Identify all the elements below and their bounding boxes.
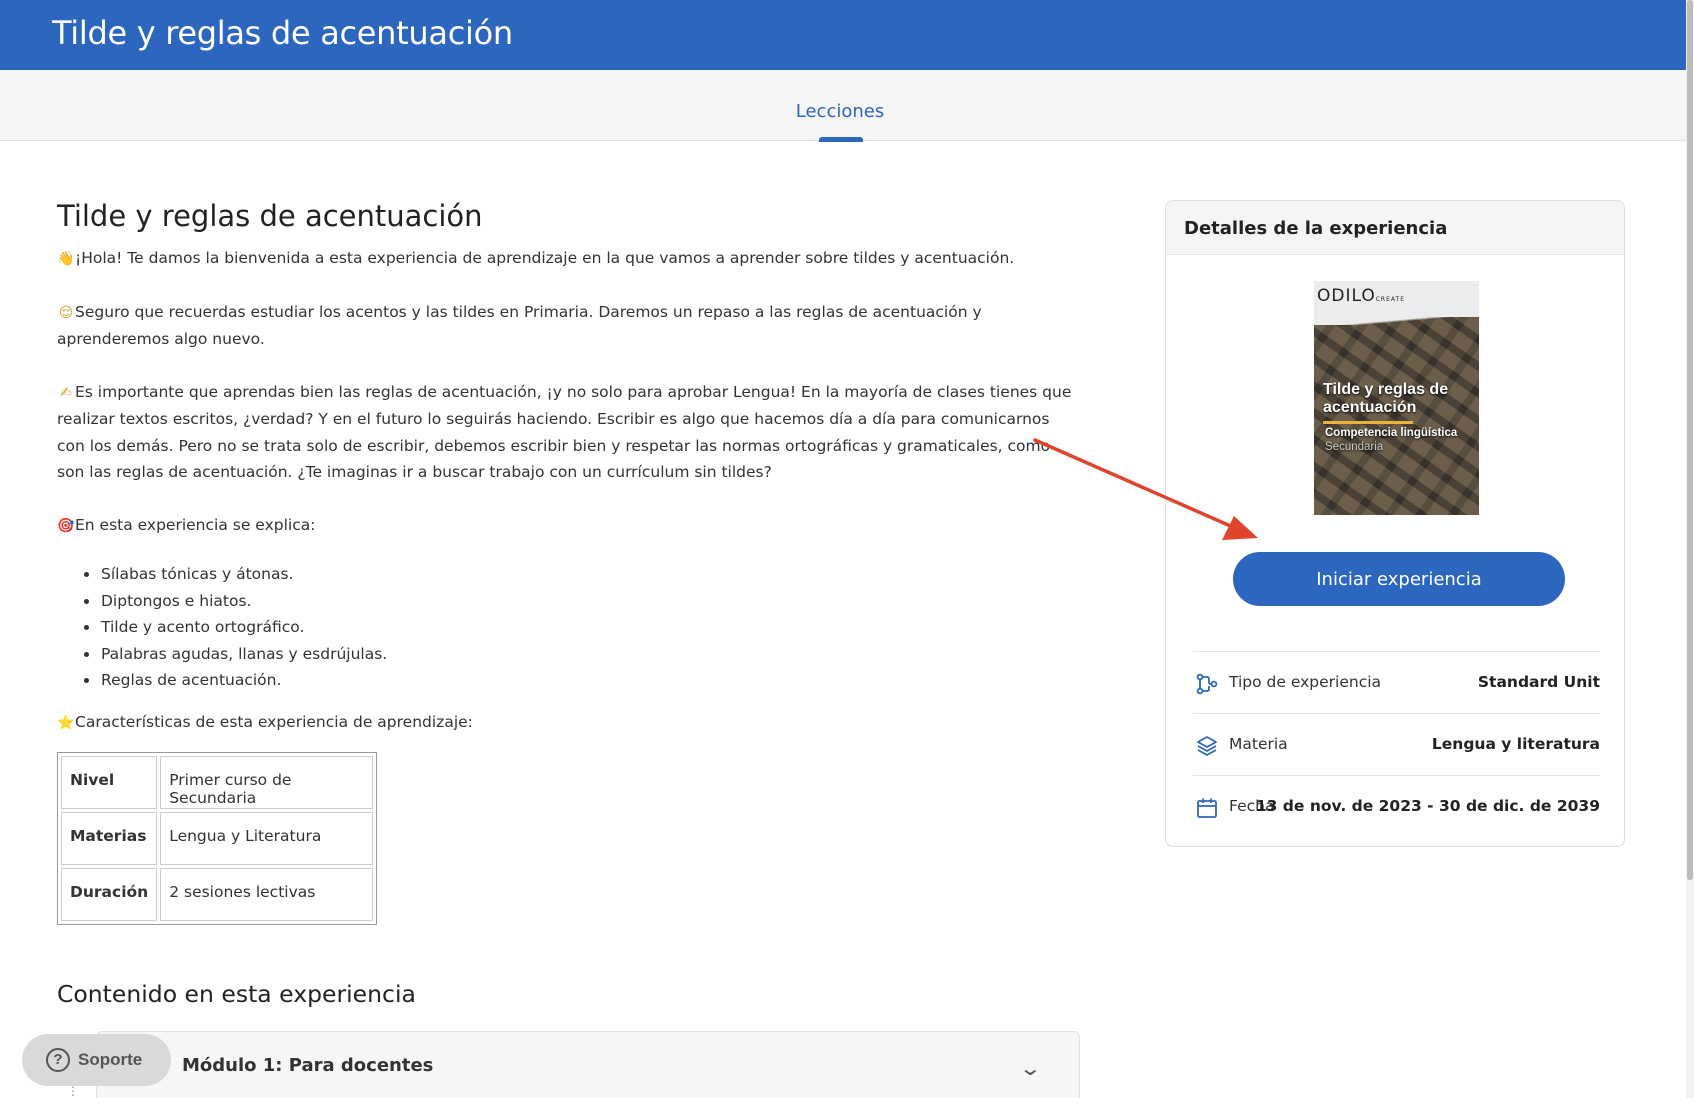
- paragraph-review: 😌 Seguro que recuerdas estudiar los acent…: [57, 299, 1082, 353]
- list-item: Tilde y acento ortográfico.: [84, 614, 1082, 641]
- info-table: Nivel Primer curso de Secundaria Materia…: [57, 752, 378, 925]
- header-title: Tilde y reglas de acentuación: [52, 14, 513, 52]
- scrollbar-thumb[interactable]: [1687, 0, 1693, 880]
- tab-active-indicator: [819, 137, 863, 142]
- paragraph-importance: ✍ Es importante que aprendas bien las reg…: [57, 379, 1082, 486]
- paragraph-features: ⭐Características de esta experiencia de …: [57, 709, 1082, 737]
- table-cell-key: Materias: [61, 812, 158, 865]
- details-card-header: Detalles de la experiencia: [1166, 201, 1624, 255]
- paragraph-explains: 🎯En esta experiencia se explica:: [57, 512, 1082, 540]
- detail-key: Materia: [1229, 735, 1288, 753]
- list-item: Palabras agudas, llanas y esdrújulas.: [84, 641, 1082, 668]
- table-cell-value: Primer curso de Secundaria: [160, 756, 374, 809]
- list-item: Reglas de acentuación.: [84, 667, 1082, 694]
- waving-hand-icon: 👋: [57, 251, 75, 267]
- module-accordion[interactable]: Módulo 1: Para docentes ⌄: [96, 1031, 1080, 1098]
- detail-value: Lengua y literatura: [1431, 735, 1600, 753]
- detail-row-date: Fecha 13 de nov. de 2023 - 30 de dic. de…: [1193, 775, 1600, 837]
- detail-key: Tipo de experiencia: [1229, 673, 1382, 691]
- drag-handle-icon[interactable]: ⋮: [67, 1084, 79, 1098]
- tab-lecciones[interactable]: Lecciones: [780, 70, 900, 142]
- details-card: Detalles de la experiencia ODILOCREATE T…: [1165, 200, 1625, 847]
- table-row: Materias Lengua y Literatura: [61, 812, 374, 865]
- writing-hand-icon: ✍: [60, 384, 72, 401]
- page-scrollbar[interactable]: [1686, 0, 1694, 1098]
- list-item: Sílabas tónicas y átonas.: [84, 561, 1082, 588]
- app-header: Tilde y reglas de acentuación: [0, 0, 1686, 70]
- dart-target-icon: 🎯: [57, 517, 75, 534]
- cover-image: ODILOCREATE Tilde y reglas de acentuació…: [1314, 281, 1479, 515]
- support-label: Soporte: [78, 1050, 143, 1069]
- cover-title: Tilde y reglas de acentuación: [1323, 381, 1449, 416]
- detail-row-type: Tipo de experiencia Standard Unit: [1193, 651, 1600, 713]
- details-card-title: Detalles de la experiencia: [1184, 218, 1448, 239]
- start-experience-button[interactable]: Iniciar experiencia: [1233, 552, 1565, 606]
- module-label: Módulo 1: Para docentes: [182, 1055, 434, 1076]
- detail-value: Standard Unit: [1477, 673, 1600, 691]
- question-circle-icon: ?: [46, 1048, 70, 1072]
- odilo-logo: ODILOCREATE: [1317, 286, 1405, 306]
- calendar-icon: [1197, 798, 1217, 818]
- cover-subtitle: Competencia lingüística: [1325, 427, 1458, 439]
- experience-description: Tilde y reglas de acentuación 👋¡Hola! Te…: [57, 195, 1082, 925]
- table-row: Nivel Primer curso de Secundaria: [61, 756, 374, 809]
- table-cell-value: 2 sesiones lectivas: [160, 868, 374, 921]
- layers-icon: [1197, 736, 1217, 756]
- list-item: Diptongos e hiatos.: [84, 588, 1082, 615]
- tab-lecciones-label: Lecciones: [795, 101, 885, 122]
- table-cell-key: Duración: [61, 868, 158, 921]
- flow-icon: [1196, 673, 1218, 695]
- detail-value: 13 de nov. de 2023 - 30 de dic. de 2039: [1255, 797, 1600, 815]
- tab-bar: Lecciones: [0, 70, 1686, 142]
- cover-accent-bar: [1323, 421, 1413, 424]
- content-section-title: Contenido en esta experiencia: [57, 980, 416, 1008]
- chevron-down-icon: ⌄: [1018, 1058, 1043, 1080]
- table-cell-value: Lengua y Literatura: [160, 812, 374, 865]
- detail-row-subject: Materia Lengua y literatura: [1193, 713, 1600, 775]
- cover-level: Secundaria: [1325, 441, 1384, 453]
- page-title: Tilde y reglas de acentuación: [57, 199, 483, 233]
- table-row: Duración 2 sesiones lectivas: [61, 868, 374, 921]
- relieved-face-icon: 😌: [58, 304, 74, 321]
- support-button[interactable]: ? Soporte: [22, 1034, 171, 1086]
- paragraph-welcome: 👋¡Hola! Te damos la bienvenida a esta ex…: [57, 245, 1082, 273]
- topics-list: Sílabas tónicas y átonas. Diptongos e hi…: [84, 561, 1082, 694]
- table-cell-key: Nivel: [61, 756, 158, 809]
- star-icon: ⭐: [57, 714, 75, 731]
